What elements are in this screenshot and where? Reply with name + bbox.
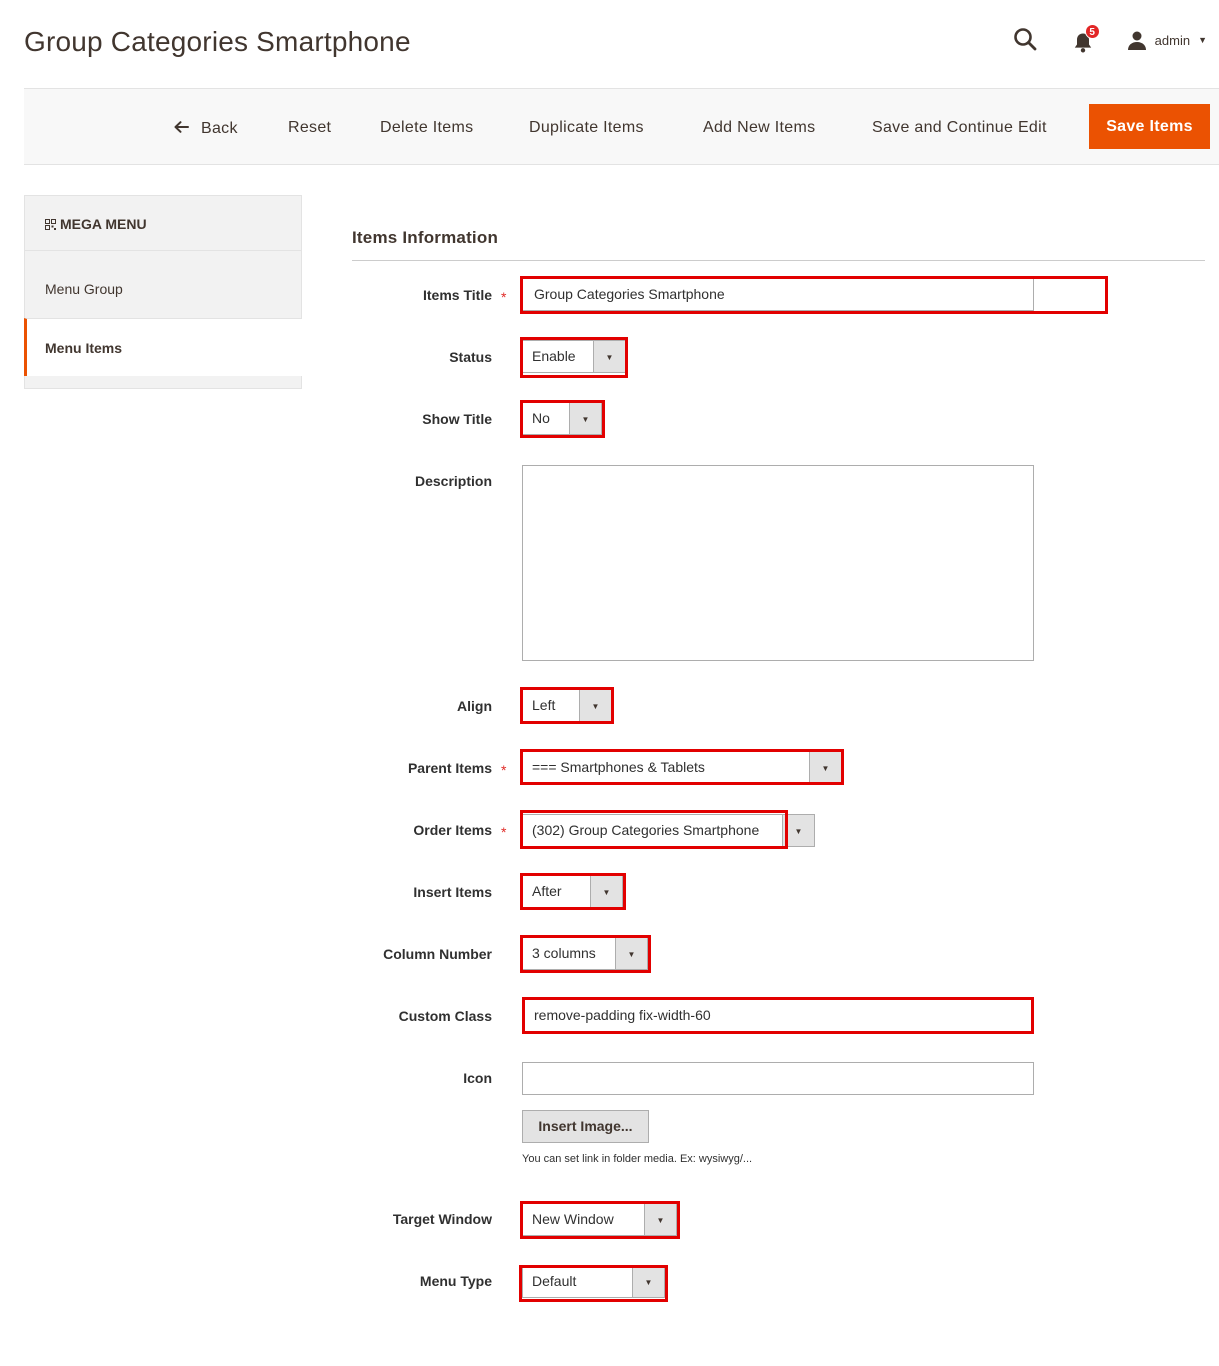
required-mark: *	[501, 289, 507, 305]
reset-button[interactable]: Reset	[288, 89, 331, 166]
section-title: Items Information	[352, 228, 499, 247]
description-label: Description	[414, 473, 492, 489]
parent-items-label: Parent Items	[407, 760, 492, 776]
grid-icon	[45, 216, 56, 233]
highlight-box	[522, 997, 1034, 1034]
chevron-down-icon: ▼	[1198, 35, 1207, 45]
notification-count-badge: 5	[1084, 24, 1100, 39]
header-actions: 5 admin ▼	[1013, 24, 1207, 54]
target-window-label: Target Window	[392, 1211, 492, 1227]
menu-type-label: Menu Type	[419, 1273, 492, 1289]
highlight-box	[520, 400, 605, 438]
sidebar-heading-label: MEGA MENU	[60, 216, 147, 232]
highlight-box	[520, 749, 844, 785]
notifications-button[interactable]: 5	[1073, 24, 1100, 53]
insert-items-label: Insert Items	[413, 884, 492, 900]
highlight-box	[520, 276, 1108, 314]
required-mark: *	[501, 824, 507, 840]
page-title: Group Categories Smartphone	[24, 26, 411, 57]
section-divider	[352, 260, 1205, 261]
items-title-label: Items Title	[423, 287, 492, 303]
sidebar-item-menu-items[interactable]: Menu Items	[24, 318, 302, 376]
required-mark: *	[501, 762, 507, 778]
description-textarea[interactable]	[522, 465, 1034, 661]
highlight-box	[519, 1265, 668, 1302]
duplicate-items-button[interactable]: Duplicate Items	[529, 89, 644, 166]
back-label: Back	[201, 120, 238, 137]
sidebar-item-menu-group[interactable]: Menu Group	[24, 250, 302, 318]
user-menu[interactable]: admin ▼	[1127, 30, 1207, 50]
highlight-box	[520, 935, 651, 973]
highlight-box	[520, 873, 626, 910]
delete-items-button[interactable]: Delete Items	[380, 89, 473, 166]
insert-image-button[interactable]: Insert Image...	[522, 1110, 649, 1143]
user-icon	[1127, 31, 1146, 50]
add-new-items-button[interactable]: Add New Items	[703, 89, 815, 166]
highlight-box	[520, 337, 628, 378]
column-number-label: Column Number	[383, 946, 492, 962]
search-icon[interactable]	[1013, 27, 1039, 53]
order-items-label: Order Items	[413, 822, 492, 838]
highlight-box	[520, 1201, 680, 1239]
status-label: Status	[449, 349, 492, 365]
sidebar-footer	[24, 376, 302, 389]
save-items-button[interactable]: Save Items	[1089, 104, 1210, 149]
custom-class-label: Custom Class	[398, 1008, 492, 1024]
highlight-box	[520, 810, 788, 849]
back-button[interactable]: Back	[174, 89, 238, 166]
icon-label: Icon	[463, 1070, 492, 1086]
show-title-label: Show Title	[422, 411, 492, 427]
user-name: admin	[1154, 32, 1191, 48]
icon-field-note: You can set link in folder media. Ex: wy…	[522, 1153, 753, 1165]
align-label: Align	[457, 698, 492, 714]
highlight-box	[520, 687, 614, 724]
icon-input[interactable]	[522, 1062, 1034, 1095]
save-and-continue-button[interactable]: Save and Continue Edit	[872, 89, 1047, 166]
arrow-left-icon	[174, 89, 189, 166]
page-actions-bar: Back Reset Delete Items Duplicate Items …	[24, 88, 1219, 165]
sidebar-heading: MEGA MENU	[24, 195, 302, 250]
